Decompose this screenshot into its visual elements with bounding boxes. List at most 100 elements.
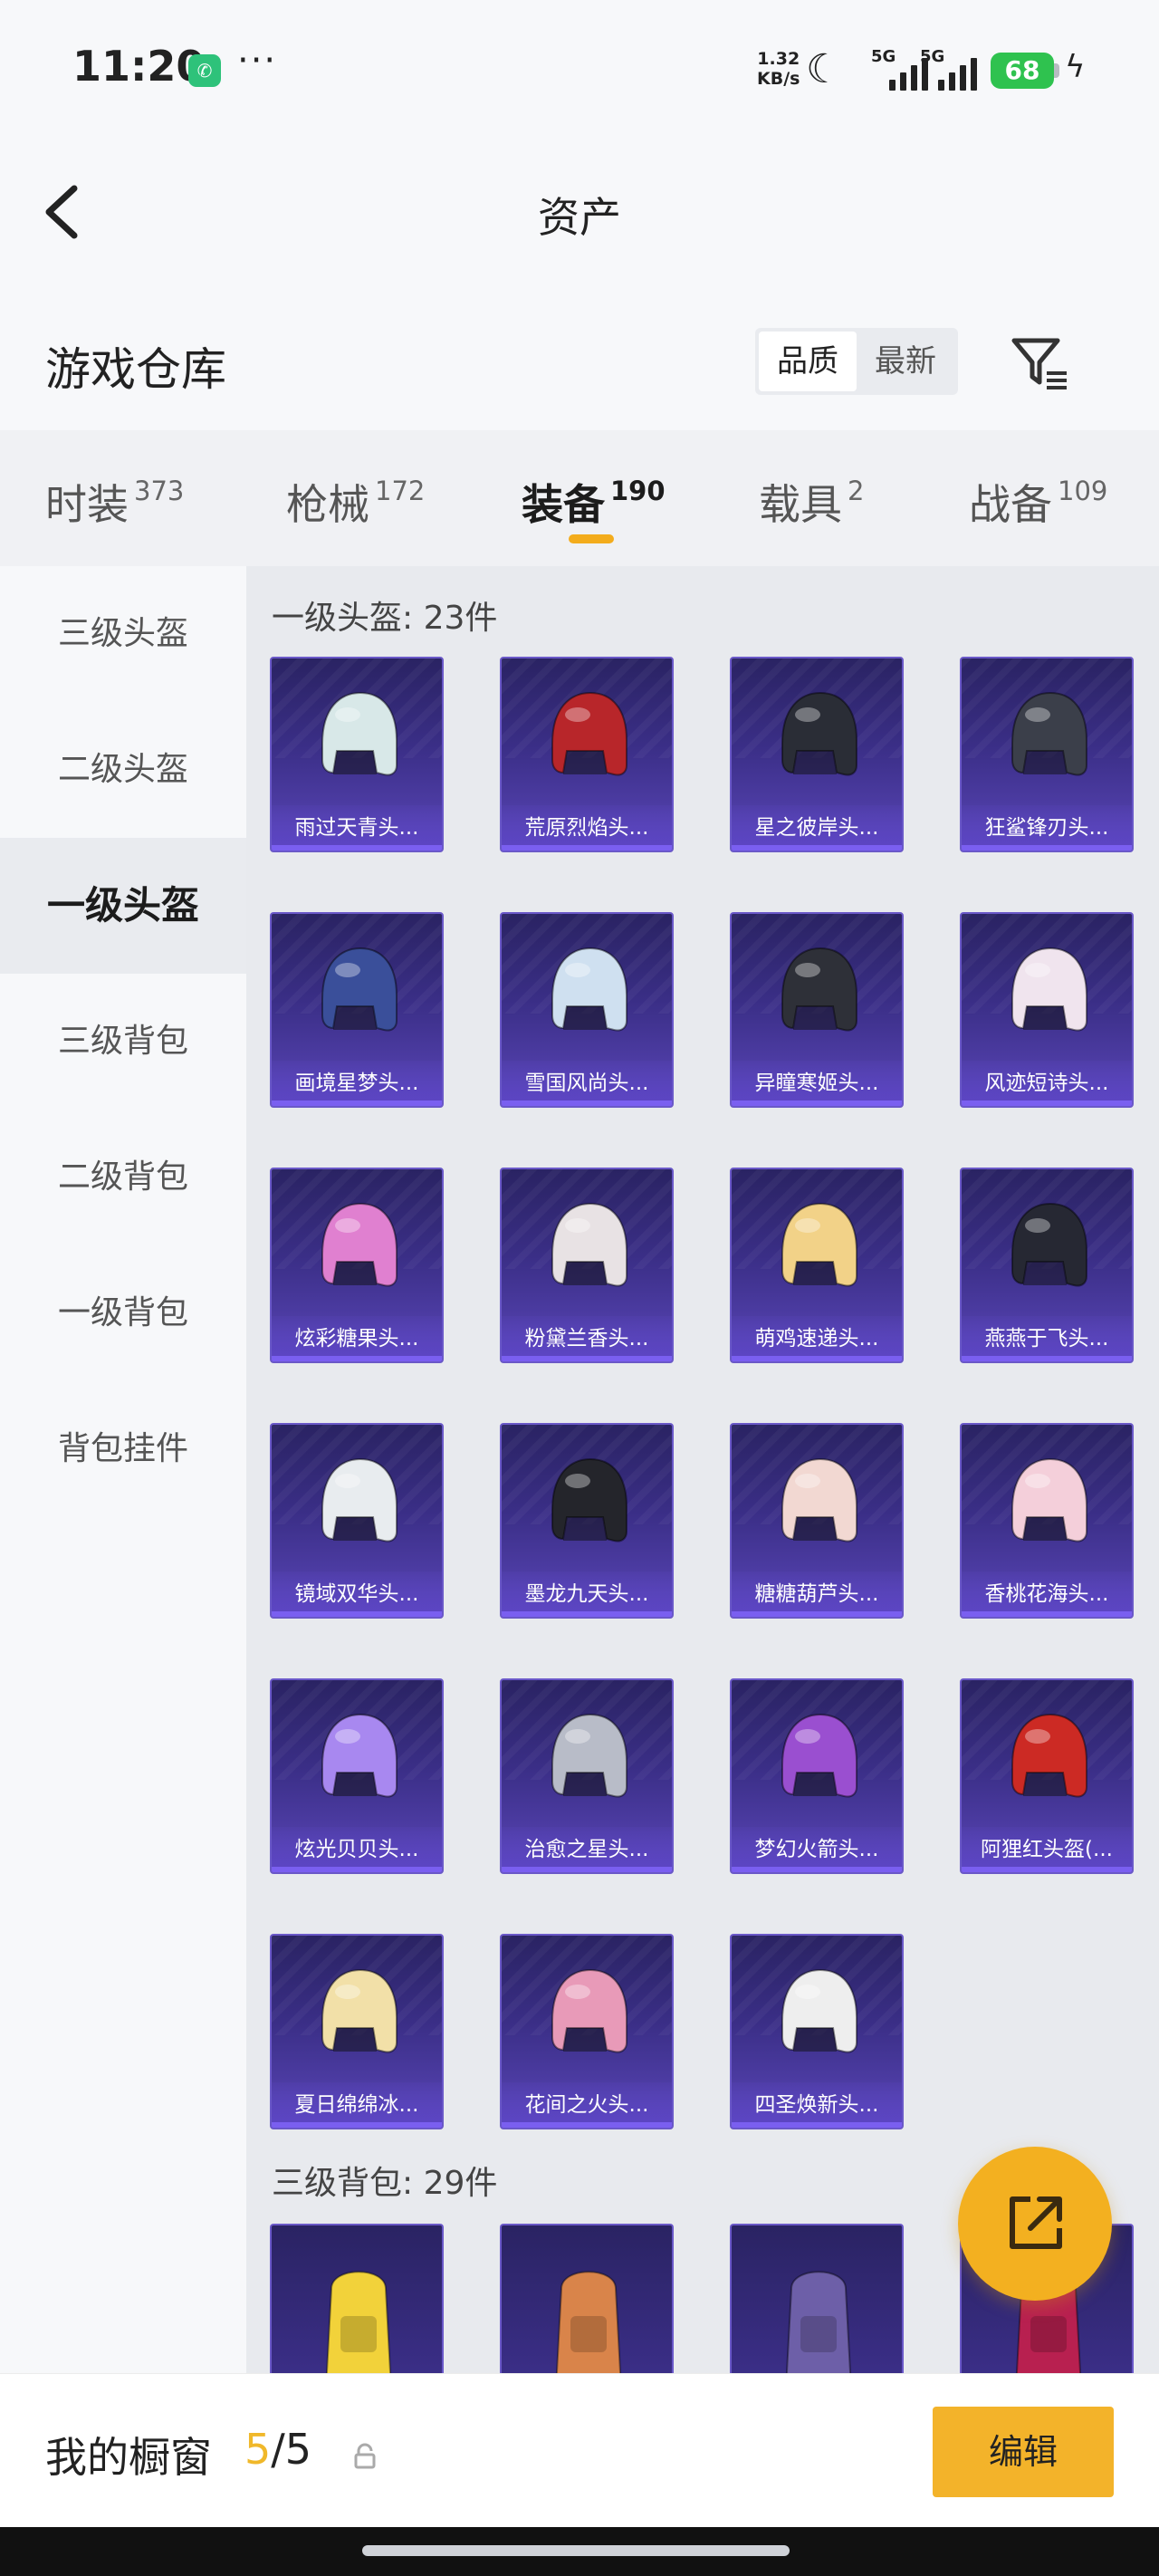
backpack-icon xyxy=(555,2271,622,2378)
helmet-card[interactable]: 狂鲨锋刃头... xyxy=(960,657,1134,852)
tab-vehicles[interactable]: 载具 2 xyxy=(759,472,864,532)
tab-equipment[interactable]: 装备 190 xyxy=(522,472,666,532)
showcase-count: 5/5 xyxy=(244,2425,312,2474)
backpack-card[interactable] xyxy=(730,2224,904,2378)
more-notifications-icon: ··· xyxy=(237,40,278,82)
sidebar: 三级头盔 二级头盔 一级头盔 三级背包 二级背包 一级背包 背包挂件 xyxy=(0,566,246,2373)
helmet-card[interactable]: 夏日绵绵冰... xyxy=(270,1934,444,2129)
helmet-card[interactable]: 雨过天青头... xyxy=(270,657,444,852)
sort-quality-option[interactable]: 品质 xyxy=(759,332,857,391)
network-speed: 1.32 KB/s xyxy=(757,49,800,89)
helmet-icon xyxy=(781,1457,857,1543)
helmet-card[interactable]: 花间之火头... xyxy=(500,1934,674,2129)
helmet-card[interactable]: 粉黛兰香头... xyxy=(500,1168,674,1363)
status-time: 11:20 xyxy=(72,42,206,91)
helmet-card[interactable]: 梦幻火箭头... xyxy=(730,1678,904,1874)
item-name: 风迹短诗头... xyxy=(962,1061,1132,1106)
helmet-card[interactable]: 星之彼岸头... xyxy=(730,657,904,852)
helmet-card[interactable]: 治愈之星头... xyxy=(500,1678,674,1874)
system-nav-bar xyxy=(0,2527,1159,2576)
backpack-card[interactable] xyxy=(270,2224,444,2378)
helmet-card[interactable]: 阿狸红头盔(... xyxy=(960,1678,1134,1874)
item-name: 夏日绵绵冰... xyxy=(272,2082,442,2128)
section-title-level3-backpack: 三级背包: 29件 xyxy=(272,2165,498,2202)
status-bar: 11:20 ✆ ··· 1.32 KB/s ☾ 5G 5G 68 ϟ xyxy=(0,0,1159,145)
helmet-card[interactable]: 荒原烈焰头... xyxy=(500,657,674,852)
sidebar-item-level2-helmet[interactable]: 二级头盔 xyxy=(0,702,246,838)
helmet-icon xyxy=(321,691,398,776)
sidebar-item-level1-helmet[interactable]: 一级头盔 xyxy=(0,838,246,974)
helmet-icon xyxy=(1011,947,1087,1032)
helmet-icon xyxy=(781,947,857,1032)
item-name: 雨过天青头... xyxy=(272,805,442,851)
item-name: 雪国风尚头... xyxy=(502,1061,672,1106)
section-title-level1-helmet: 一级头盔: 23件 xyxy=(272,600,498,637)
helmet-icon xyxy=(321,947,398,1032)
helmet-card[interactable]: 萌鸡速递头... xyxy=(730,1168,904,1363)
item-name: 粉黛兰香头... xyxy=(502,1316,672,1361)
helmet-card[interactable]: 糖糖葫芦头... xyxy=(730,1423,904,1619)
nav-bar: 资产 xyxy=(0,145,1159,281)
battery-icon: 68 xyxy=(991,53,1054,89)
item-name: 荒原烈焰头... xyxy=(502,805,672,851)
battery-tip xyxy=(1054,63,1059,78)
edit-button[interactable]: 编辑 xyxy=(933,2407,1114,2497)
filter-icon[interactable] xyxy=(1009,332,1072,395)
tab-fashion[interactable]: 时装 373 xyxy=(45,472,184,532)
helmet-card[interactable]: 雪国风尚头... xyxy=(500,912,674,1108)
helmet-card[interactable]: 墨龙九天头... xyxy=(500,1423,674,1619)
backpack-icon xyxy=(785,2271,852,2378)
charging-icon: ϟ xyxy=(1065,49,1086,85)
item-name: 阿狸红头盔(... xyxy=(962,1827,1132,1872)
backpack-icon xyxy=(325,2271,392,2378)
helmet-card[interactable]: 炫彩糖果头... xyxy=(270,1168,444,1363)
helmet-icon xyxy=(781,691,857,776)
helmet-icon xyxy=(1011,691,1087,776)
share-button[interactable] xyxy=(958,2147,1112,2301)
helmet-icon xyxy=(781,1713,857,1798)
item-name: 墨龙九天头... xyxy=(502,1572,672,1617)
helmet-card[interactable]: 镜域双华头... xyxy=(270,1423,444,1619)
item-name: 花间之火头... xyxy=(502,2082,672,2128)
helmet-icon xyxy=(551,947,627,1032)
sidebar-item-level2-backpack[interactable]: 二级背包 xyxy=(0,1110,246,1245)
item-name: 镜域双华头... xyxy=(272,1572,442,1617)
sidebar-item-level3-backpack[interactable]: 三级背包 xyxy=(0,974,246,1110)
helmet-icon xyxy=(551,1202,627,1287)
item-name: 异瞳寒姬头... xyxy=(732,1061,902,1106)
helmet-grid: 雨过天青头... 荒原烈焰头... 星之彼岸头... 狂鲨锋刃头... 画境星梦头...… xyxy=(270,657,1134,2129)
helmet-card[interactable]: 画境星梦头... xyxy=(270,912,444,1108)
helmet-card[interactable]: 香桃花海头... xyxy=(960,1423,1134,1619)
helmet-card[interactable]: 风迹短诗头... xyxy=(960,912,1134,1108)
helmet-icon xyxy=(1011,1202,1087,1287)
active-tab-indicator xyxy=(569,534,614,543)
wechat-icon: ✆ xyxy=(188,54,221,87)
item-name: 狂鲨锋刃头... xyxy=(962,805,1132,851)
sidebar-item-backpack-charm[interactable]: 背包挂件 xyxy=(0,1381,246,1517)
helmet-card[interactable]: 异瞳寒姬头... xyxy=(730,912,904,1108)
item-name: 画境星梦头... xyxy=(272,1061,442,1106)
showcase-title: 我的橱窗 xyxy=(45,2433,212,2482)
item-name: 炫彩糖果头... xyxy=(272,1316,442,1361)
showcase-bar: 我的橱窗 5/5 编辑 xyxy=(0,2373,1159,2527)
helmet-card[interactable]: 四圣焕新头... xyxy=(730,1934,904,2129)
item-name: 治愈之星头... xyxy=(502,1827,672,1872)
warehouse-header: 游戏仓库 品质 最新 xyxy=(0,281,1159,430)
sidebar-item-level3-helmet[interactable]: 三级头盔 xyxy=(0,566,246,702)
helmet-card[interactable]: 燕燕于飞头... xyxy=(960,1168,1134,1363)
helmet-card[interactable]: 炫光贝贝头... xyxy=(270,1678,444,1874)
home-indicator[interactable] xyxy=(362,2545,790,2556)
sidebar-item-level1-backpack[interactable]: 一级背包 xyxy=(0,1245,246,1381)
external-link-icon xyxy=(1010,2196,1062,2249)
page-title: 资产 xyxy=(538,193,621,242)
backpack-card[interactable] xyxy=(500,2224,674,2378)
tab-supplies[interactable]: 战备 109 xyxy=(969,472,1107,532)
sort-newest-option[interactable]: 最新 xyxy=(857,332,954,391)
helmet-icon xyxy=(321,1713,398,1798)
item-name: 燕燕于飞头... xyxy=(962,1316,1132,1361)
helmet-icon xyxy=(551,1968,627,2053)
item-name: 萌鸡速递头... xyxy=(732,1316,902,1361)
moon-icon: ☾ xyxy=(806,46,842,92)
tab-firearms[interactable]: 枪械 172 xyxy=(286,472,425,532)
helmet-icon xyxy=(321,1457,398,1543)
